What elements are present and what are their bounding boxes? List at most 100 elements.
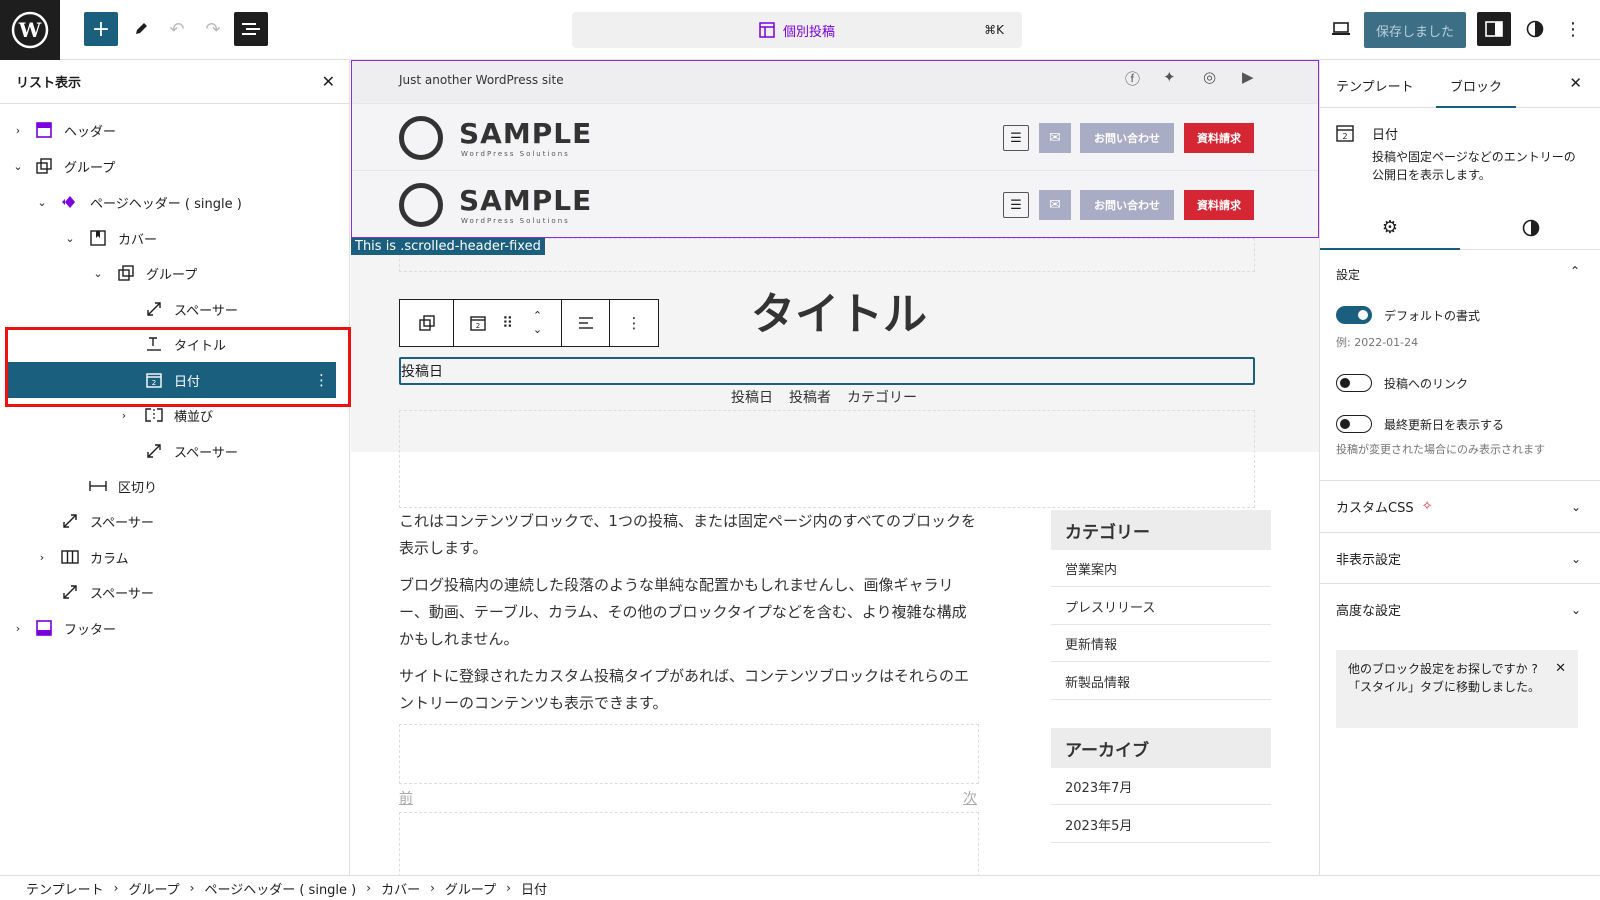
list-item-title[interactable]: タイトル — [0, 326, 350, 362]
category-link[interactable]: 更新情報 — [1051, 625, 1271, 662]
header-class-tag: This is .scrolled-header-fixed — [351, 238, 545, 255]
chevron-right-icon[interactable]: › — [36, 551, 48, 564]
twitter-icon[interactable]: ✦ — [1163, 68, 1176, 86]
instagram-icon[interactable]: ◎ — [1203, 68, 1216, 86]
styles-half-circle-icon[interactable] — [1518, 12, 1552, 46]
chevron-down-icon[interactable]: ⌄ — [64, 232, 76, 245]
list-item-footer[interactable]: › フッター — [0, 610, 350, 646]
list-item-separator[interactable]: 区切り — [0, 468, 350, 504]
list-item-cover[interactable]: ⌄ カバー — [0, 220, 350, 256]
contact-button[interactable]: お問い合わせ — [1080, 123, 1174, 153]
chevron-down-icon[interactable]: ⌄ — [1571, 552, 1581, 566]
list-item-date-selected[interactable]: 2 日付 ⋮ — [8, 362, 336, 398]
request-docs-button[interactable]: 資料請求 — [1184, 190, 1254, 220]
list-item-label: 横並び — [174, 409, 214, 425]
date-block-selected[interactable]: 投稿日 — [399, 357, 1255, 385]
close-icon[interactable]: ✕ — [322, 72, 335, 91]
prev-link[interactable]: 前 — [399, 788, 413, 808]
archive-link[interactable]: 2023年7月 — [1051, 768, 1271, 805]
tab-block[interactable]: ブロック — [1435, 76, 1517, 108]
select-parent-group-icon[interactable] — [409, 300, 445, 346]
redo-icon[interactable]: ↷ — [196, 12, 230, 46]
modified-date-toggle[interactable] — [1336, 415, 1372, 433]
mail-icon[interactable]: ✉ — [1039, 123, 1071, 153]
default-format-label: デフォルトの書式 — [1384, 309, 1481, 323]
spacer-block[interactable] — [399, 724, 979, 784]
breadcrumb-item[interactable]: グループ — [445, 879, 496, 898]
advanced-section[interactable]: 高度な設定 ⌄ — [1320, 583, 1600, 635]
chevron-down-icon[interactable]: ⌄ — [36, 196, 48, 209]
close-icon[interactable]: ✕ — [1569, 74, 1582, 92]
breadcrumb-item[interactable]: グループ — [128, 879, 179, 898]
chevron-down-icon[interactable]: ⌄ — [92, 267, 104, 280]
close-icon[interactable]: ✕ — [1555, 660, 1566, 678]
default-format-toggle[interactable] — [1336, 306, 1372, 324]
archive-link[interactable]: 2023年5月 — [1051, 806, 1271, 843]
category-link[interactable]: 営業案内 — [1051, 550, 1271, 587]
menu-hamburger-icon[interactable]: ☰ — [1003, 192, 1029, 218]
undo-icon[interactable]: ↶ — [160, 12, 194, 46]
preview-device-icon[interactable] — [1324, 12, 1358, 46]
template-icon — [759, 22, 775, 38]
post-content[interactable]: これはコンテンツブロックで、1つの投稿、または固定ページ内のすべてのブロックを表… — [399, 508, 979, 727]
chevron-down-icon[interactable]: ⌄ — [12, 160, 24, 173]
move-up-down-icon[interactable]: ⌃ ⌄ — [523, 300, 553, 346]
breadcrumb-item[interactable]: テンプレート — [26, 879, 104, 898]
youtube-icon[interactable]: ▶ — [1242, 68, 1254, 86]
separator-icon — [88, 476, 108, 496]
breadcrumb-item[interactable]: カバー — [381, 879, 420, 898]
chevron-up-icon[interactable]: ⌃ — [1570, 264, 1580, 278]
category-link[interactable]: 新製品情報 — [1051, 663, 1271, 700]
list-item-header[interactable]: › ヘッダー — [0, 112, 350, 148]
category-link[interactable]: プレスリリース — [1051, 588, 1271, 625]
settings-gear-icon[interactable]: ⚙ — [1320, 206, 1460, 250]
breadcrumb-item[interactable]: ページヘッダー ( single ) — [204, 879, 356, 898]
spacer-block[interactable] — [399, 812, 979, 875]
settings-sidebar-icon[interactable] — [1477, 12, 1511, 46]
save-button[interactable]: 保存しました — [1364, 12, 1466, 48]
menu-hamburger-icon[interactable]: ☰ — [1003, 125, 1029, 151]
chevron-right-icon[interactable]: › — [12, 124, 24, 137]
group-icon — [116, 263, 136, 283]
list-item-spacer[interactable]: スペーサー — [0, 574, 350, 610]
command-palette-bar[interactable]: 個別投稿 ⌘K — [572, 12, 1022, 48]
post-meta-row: 投稿日 投稿者 カテゴリー — [731, 387, 917, 407]
align-left-icon[interactable] — [568, 300, 604, 346]
more-options-icon[interactable]: ⋮ — [616, 300, 652, 346]
styles-half-circle-icon[interactable] — [1460, 206, 1600, 250]
chevron-right-icon[interactable]: › — [12, 622, 24, 635]
list-item-spacer[interactable]: スペーサー — [0, 503, 350, 539]
list-item-spacer[interactable]: スペーサー — [0, 291, 350, 327]
logo-mark-icon — [399, 183, 443, 227]
page-title[interactable]: タイトル — [751, 278, 927, 342]
list-item-spacer[interactable]: スペーサー — [0, 433, 350, 469]
chevron-right-icon[interactable]: › — [118, 409, 130, 422]
list-item-columns[interactable]: › カラム — [0, 539, 350, 575]
add-block-button[interactable]: + — [84, 12, 118, 46]
options-more-icon[interactable]: ⋮ — [1556, 12, 1590, 46]
chevron-down-icon[interactable]: ⌄ — [1571, 500, 1581, 514]
wordpress-logo-icon[interactable]: W — [0, 0, 60, 60]
list-item-group[interactable]: ⌄ グループ — [0, 255, 350, 291]
tools-pen-icon[interactable] — [124, 12, 158, 46]
tab-template[interactable]: テンプレート — [1336, 76, 1414, 95]
spacer-block[interactable] — [399, 410, 1255, 508]
hidden-settings-section[interactable]: 非表示設定 ⌄ — [1320, 532, 1600, 584]
breadcrumb-item-current: 日付 — [520, 882, 547, 898]
chevron-down-icon[interactable]: ⌄ — [1571, 603, 1581, 617]
contact-button[interactable]: お問い合わせ — [1080, 190, 1174, 220]
mail-icon[interactable]: ✉ — [1039, 190, 1071, 220]
facebook-icon[interactable]: ⓕ — [1125, 68, 1140, 89]
date-icon[interactable]: 2 — [463, 300, 493, 346]
drag-handle-icon[interactable]: ⠿ — [493, 300, 523, 346]
request-docs-button[interactable]: 資料請求 — [1184, 123, 1254, 153]
custom-css-section[interactable]: カスタムCSS ✧ ⌄ — [1320, 480, 1600, 532]
next-link[interactable]: 次 — [963, 788, 977, 808]
post-link-toggle[interactable] — [1336, 374, 1372, 392]
list-item-group[interactable]: ⌄ グループ — [0, 148, 350, 184]
list-item-page-header[interactable]: ⌄ ページヘッダー ( single ) — [0, 184, 350, 220]
list-item-row[interactable]: › 横並び — [0, 397, 350, 433]
logo-text: SAMPLE — [459, 117, 593, 150]
more-options-icon[interactable]: ⋮ — [314, 371, 329, 389]
list-view-button[interactable] — [234, 12, 268, 46]
